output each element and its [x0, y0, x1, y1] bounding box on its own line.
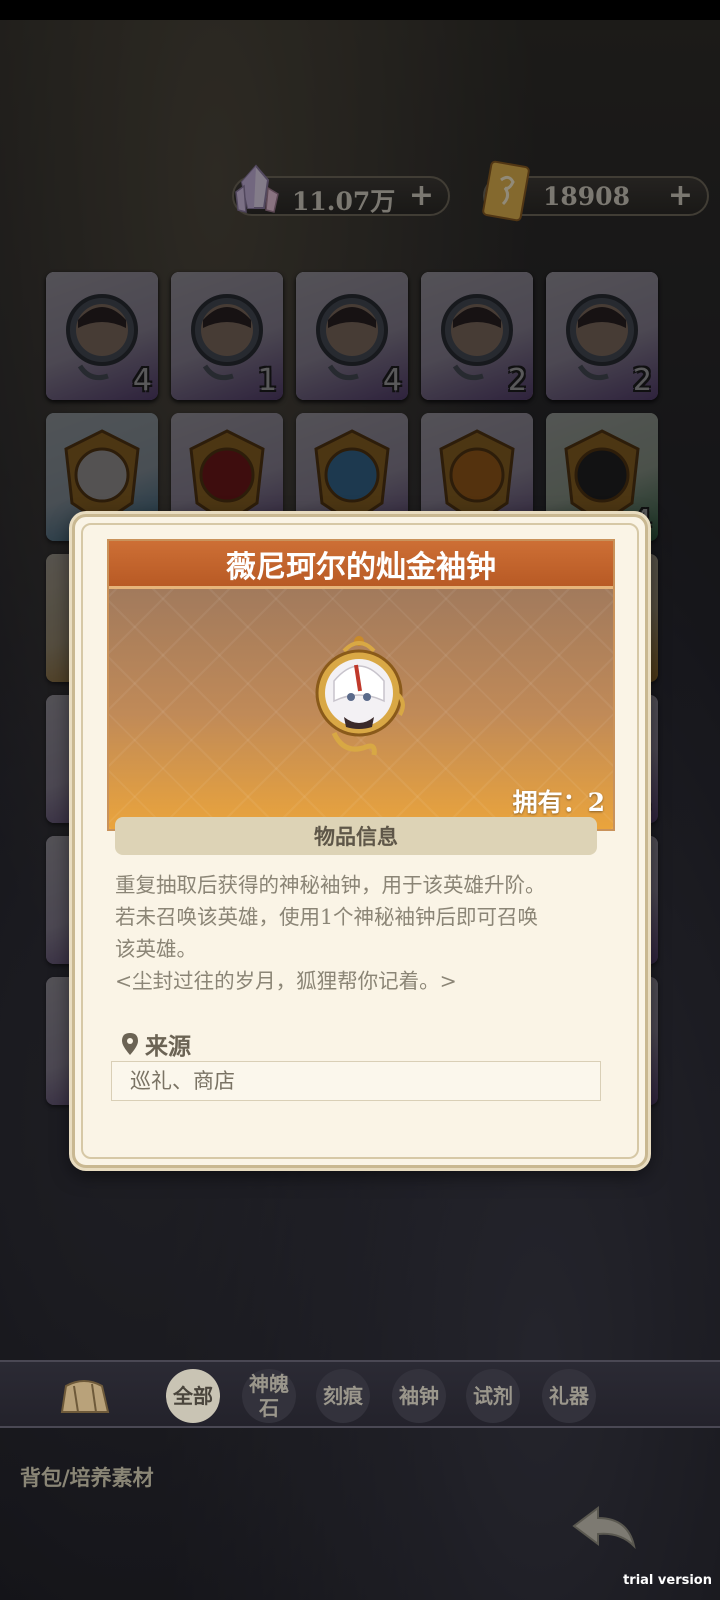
item-info-header: 物品信息 [115, 817, 597, 855]
backpack-icon[interactable] [52, 1372, 116, 1420]
nav-tab[interactable]: 礼器 [542, 1369, 596, 1423]
watermark: trial version [623, 1573, 712, 1588]
source-label: 来源 [121, 1027, 191, 1061]
status-bar [0, 0, 720, 20]
item-detail-modal: 薇尼珂尔的灿金袖钟 拥有：2 物品信息 重复抽取后获得的神秘袖钟，用于该英雄升阶… [72, 514, 648, 1168]
description-line: 该英雄。 [115, 937, 197, 961]
item-hero-panel: 薇尼珂尔的灿金袖钟 拥有：2 [107, 539, 615, 831]
nav-tab[interactable]: 全部 [166, 1369, 220, 1423]
description-line: 重复抽取后获得的神秘袖钟，用于该英雄升阶。 [115, 873, 546, 897]
back-arrow-icon[interactable] [568, 1502, 640, 1556]
nav-tab-label: 神魄石 [249, 1372, 289, 1420]
nav-tab[interactable]: 刻痕 [316, 1369, 370, 1423]
source-label-text: 来源 [145, 1033, 191, 1060]
owned-count: 拥有：2 [512, 788, 605, 817]
location-pin-icon [122, 1033, 138, 1055]
item-title: 薇尼珂尔的灿金袖钟 [109, 541, 613, 589]
nav-tab[interactable]: 神魄石 [242, 1369, 296, 1423]
bottom-nav: 全部 神魄石 刻痕 袖钟 试剂 礼器 [0, 1360, 720, 1428]
description-flavor-line: <尘封过往的岁月，狐狸帮你记着。> [115, 969, 457, 993]
nav-tab[interactable]: 试剂 [466, 1369, 520, 1423]
item-description: 重复抽取后获得的神秘袖钟，用于该英雄升阶。 若未召唤该英雄，使用1个神秘袖钟后即… [115, 869, 615, 997]
breadcrumb: 背包/培养素材 [20, 1465, 154, 1490]
description-line: 若未召唤该英雄，使用1个神秘袖钟后即可召唤 [115, 905, 539, 929]
sleeve-clock-medallion-icon [315, 636, 405, 756]
nav-tab[interactable]: 袖钟 [392, 1369, 446, 1423]
source-value: 巡礼、商店 [111, 1061, 601, 1101]
